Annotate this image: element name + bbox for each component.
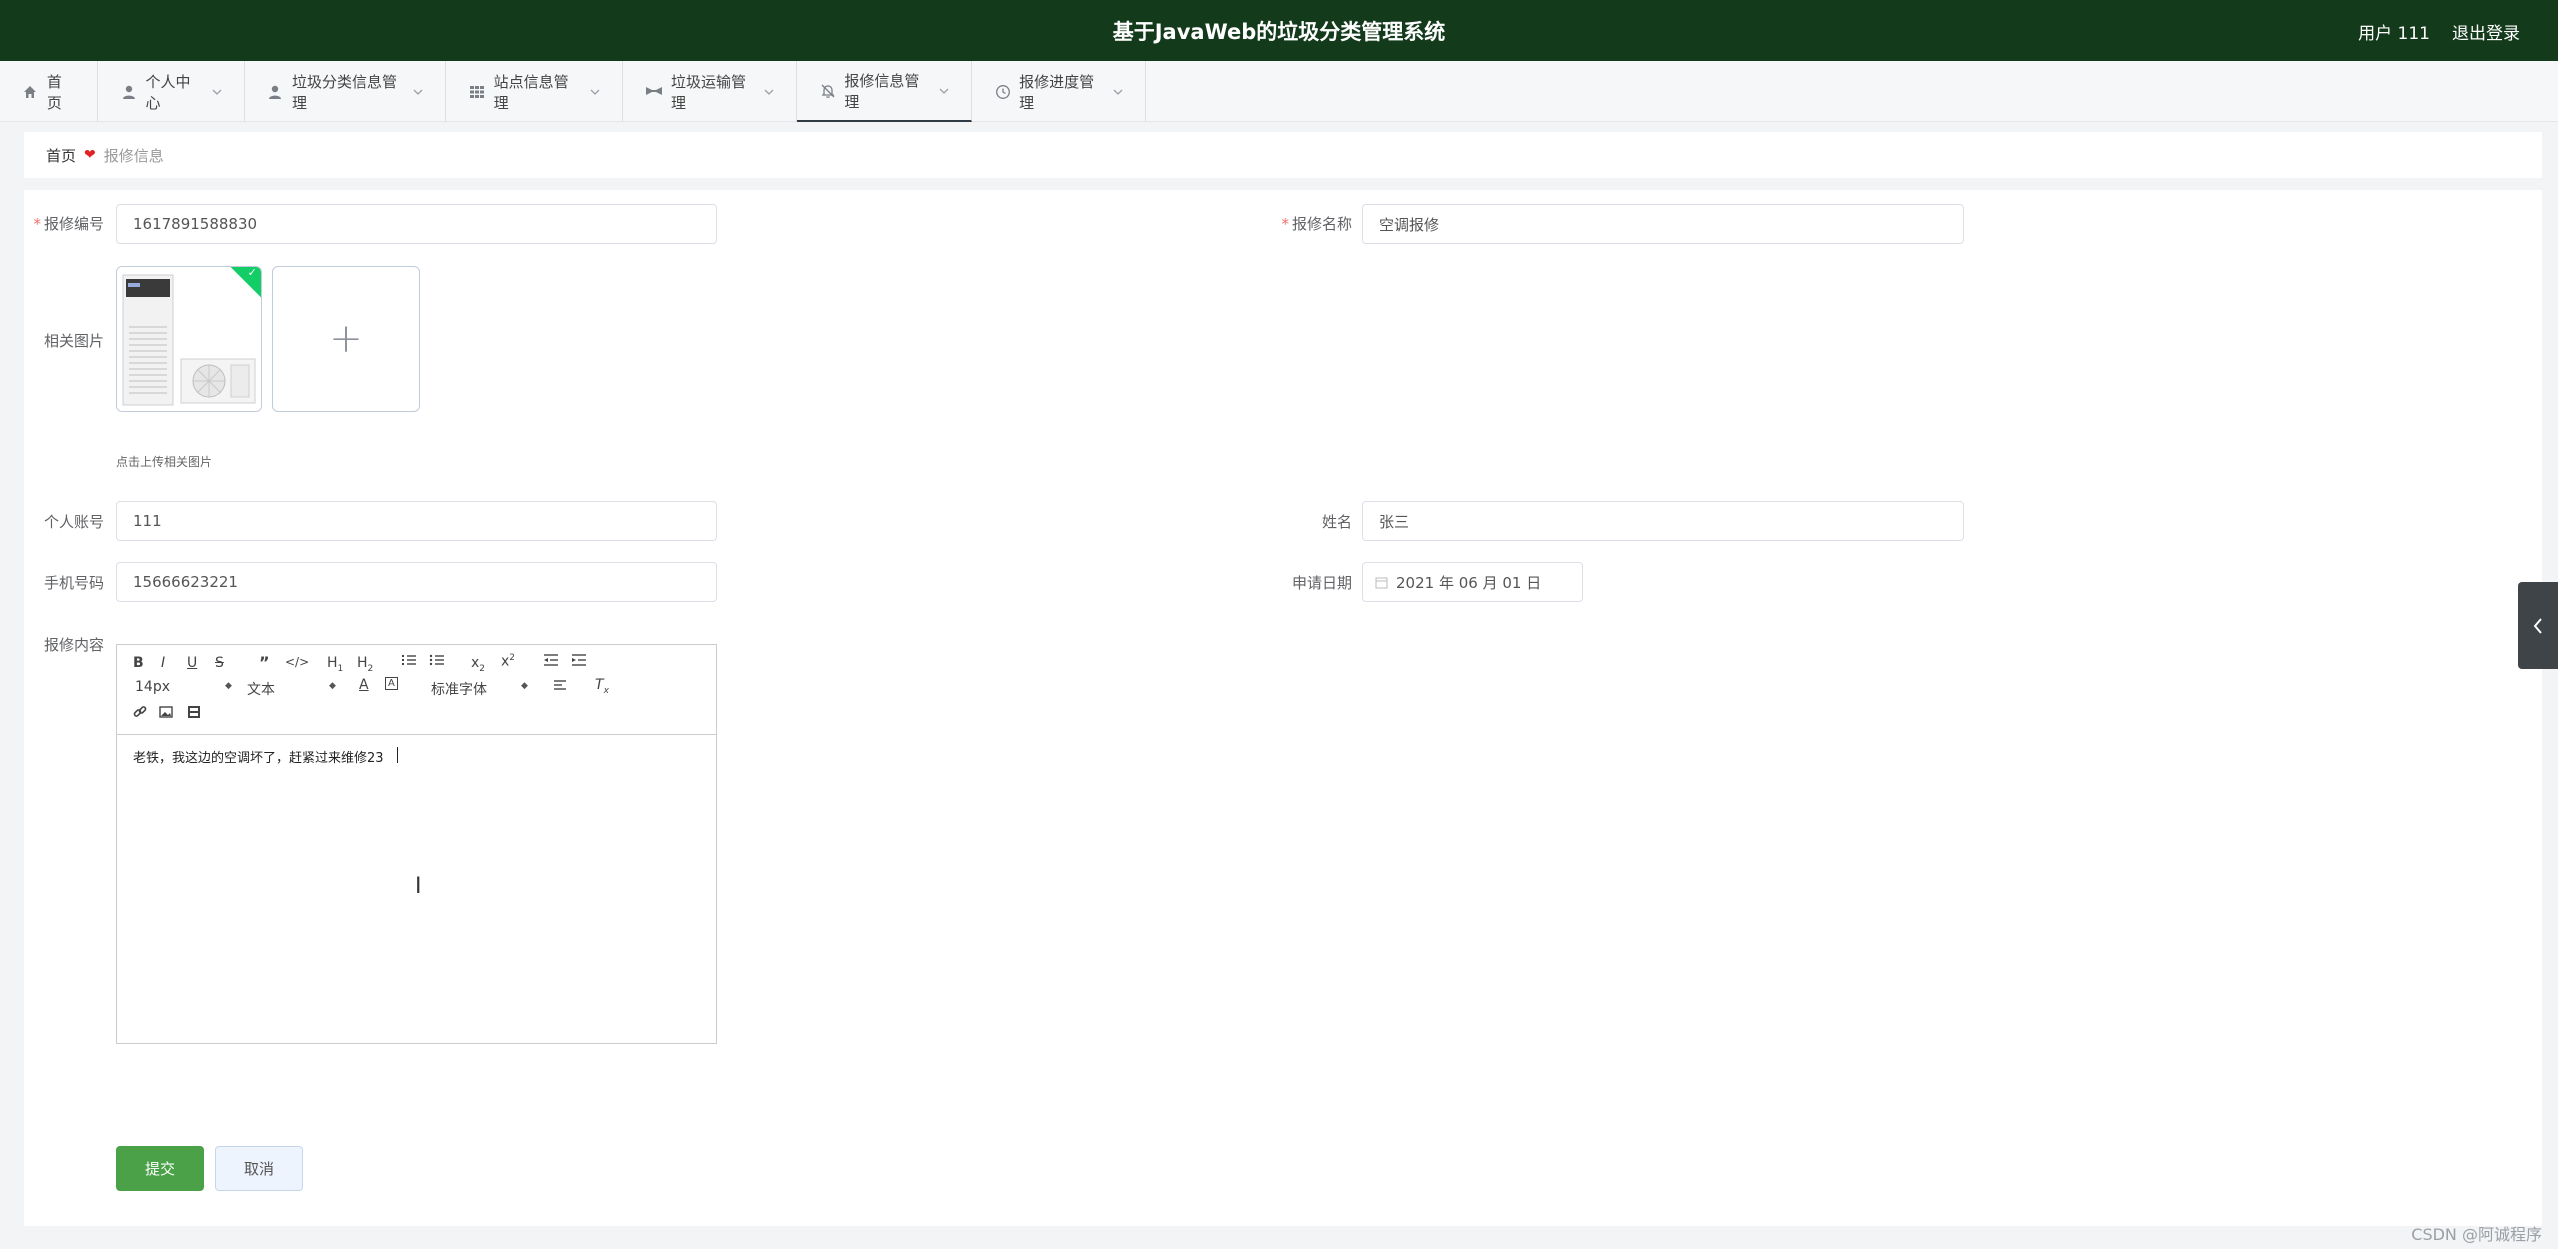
text-type-select[interactable]: 文本 ◆ [247, 679, 337, 699]
text-cursor-icon: I [415, 874, 422, 899]
user-icon [120, 83, 138, 101]
editor-content[interactable]: 老铁，我这边的空调坏了，赶紧过来维修23 [133, 747, 384, 766]
app-title: 基于JavaWeb的垃圾分类管理系统 [1112, 20, 1446, 44]
chevron-down-icon [212, 87, 222, 97]
nav-item-label: 个人中心 [145, 72, 191, 112]
upload-image-button[interactable]: + [272, 266, 420, 412]
rich-text-editor: B I U S ” </> H1 H2 x2 x2 14px ◆ 文本 ◆ A A … [116, 644, 717, 1044]
nav-item-label: 站点信息管理 [493, 72, 569, 112]
code-block-icon[interactable]: </> [285, 655, 309, 669]
account-input[interactable]: 111 [116, 501, 717, 541]
repair-name-input[interactable]: 空调报修 [1362, 204, 1964, 244]
font-size-select[interactable]: 14px ◆ [135, 679, 232, 695]
content-label: 报修内容 [43, 636, 104, 654]
indent-icon[interactable] [571, 653, 587, 671]
nav-item-label: 首页 [46, 72, 62, 112]
bullet-list-icon[interactable] [429, 653, 445, 671]
nav-item-site-info[interactable]: 站点信息管理 [446, 61, 623, 122]
cancel-button[interactable]: 取消 [215, 1146, 303, 1191]
breadcrumb-home[interactable]: 首页 [46, 145, 76, 166]
repair-name-label: * 报修名称 [1281, 215, 1352, 233]
calendar-icon [1375, 576, 1388, 589]
side-panel-toggle[interactable] [2518, 582, 2558, 669]
font-family-select[interactable]: 标准字体 ◆ [431, 679, 531, 699]
check-icon: ✓ [247, 266, 257, 279]
submit-button[interactable]: 提交 [116, 1146, 204, 1191]
phone-label: 手机号码 [43, 574, 104, 592]
breadcrumb: 首页 ❤ 报修信息 [24, 132, 2542, 178]
chevron-down-icon [1113, 87, 1123, 97]
bell-off-icon [819, 82, 836, 100]
nav-item-label: 垃圾分类信息管理 [291, 72, 397, 112]
chevron-down-icon [413, 87, 423, 97]
logout-link[interactable]: 退出登录 [2452, 19, 2520, 44]
home-icon [22, 83, 39, 101]
background-color-icon[interactable]: A [385, 677, 398, 690]
repair-no-input[interactable]: 1617891588830 [116, 204, 717, 244]
account-label: 个人账号 [43, 513, 104, 531]
breadcrumb-current: 报修信息 [103, 146, 164, 165]
apply-date-picker[interactable]: 2021 年 06 月 01 日 [1362, 562, 1583, 602]
clock-icon [994, 83, 1011, 101]
chevron-down-icon [939, 86, 949, 96]
strikethrough-button[interactable]: S [215, 655, 224, 671]
nav-item-waste-classification[interactable]: 垃圾分类信息管理 [245, 61, 446, 122]
phone-input[interactable]: 15666623221 [116, 562, 717, 602]
header-2-button[interactable]: H2 [357, 655, 373, 674]
header-1-button[interactable]: H1 [327, 655, 343, 674]
uploaded-image-thumbnail[interactable]: ✓ [116, 266, 262, 412]
editor-toolbar: B I U S ” </> H1 H2 x2 x2 14px ◆ 文本 ◆ A A … [117, 645, 716, 735]
outdent-icon[interactable] [543, 653, 559, 671]
nav-item-repair-info[interactable]: 报修信息管理 [797, 61, 972, 122]
font-color-icon[interactable]: A [359, 677, 369, 693]
subscript-button[interactable]: x2 [471, 655, 485, 674]
underline-button[interactable]: U [187, 655, 197, 671]
clear-format-icon[interactable]: Tx [595, 677, 609, 696]
chevron-down-icon [764, 87, 774, 97]
truck-icon [645, 83, 663, 101]
nav-item-label: 垃圾运输管理 [671, 72, 747, 112]
align-icon[interactable] [553, 679, 567, 695]
apply-date-label: 申请日期 [1291, 574, 1352, 592]
text-cursor [397, 747, 398, 763]
top-header: 基于JavaWeb的垃圾分类管理系统 用户 111 退出登录 [0, 0, 2558, 61]
name-input[interactable]: 张三 [1362, 501, 1964, 541]
upload-hint: 点击上传相关图片 [116, 455, 213, 469]
main-nav: 首页 个人中心 垃圾分类信息管理 站点信息管理 垃圾运输管理 报修信息管理 报修… [0, 61, 2558, 122]
nav-item-waste-transport[interactable]: 垃圾运输管理 [623, 61, 797, 122]
video-icon[interactable] [187, 705, 201, 723]
name-label: 姓名 [1321, 513, 1352, 531]
nav-item-repair-progress[interactable]: 报修进度管理 [972, 61, 1146, 122]
image-icon[interactable] [159, 705, 173, 723]
chevron-down-icon [590, 87, 600, 97]
current-user: 用户 111 [2358, 24, 2430, 44]
nav-item-home[interactable]: 首页 [0, 61, 98, 122]
plus-icon: + [329, 316, 363, 362]
chevron-left-icon [2533, 617, 2542, 634]
link-icon[interactable] [133, 705, 147, 723]
air-conditioner-image [117, 267, 261, 411]
superscript-button[interactable]: x2 [501, 653, 515, 670]
italic-button[interactable]: I [161, 655, 165, 671]
repair-no-label: * 报修编号 [33, 215, 104, 233]
nav-item-personal-center[interactable]: 个人中心 [98, 61, 245, 122]
nav-item-label: 报修进度管理 [1019, 72, 1095, 112]
watermark: CSDN @阿诚程序 [2411, 1225, 2542, 1244]
bold-button[interactable]: B [133, 655, 144, 671]
images-label: 相关图片 [43, 332, 104, 350]
heart-icon: ❤ [84, 147, 96, 163]
user-icon [267, 83, 284, 101]
grid-icon [468, 83, 486, 101]
nav-item-label: 报修信息管理 [844, 71, 920, 111]
blockquote-icon[interactable]: ” [259, 653, 270, 672]
ordered-list-icon[interactable] [401, 653, 417, 671]
